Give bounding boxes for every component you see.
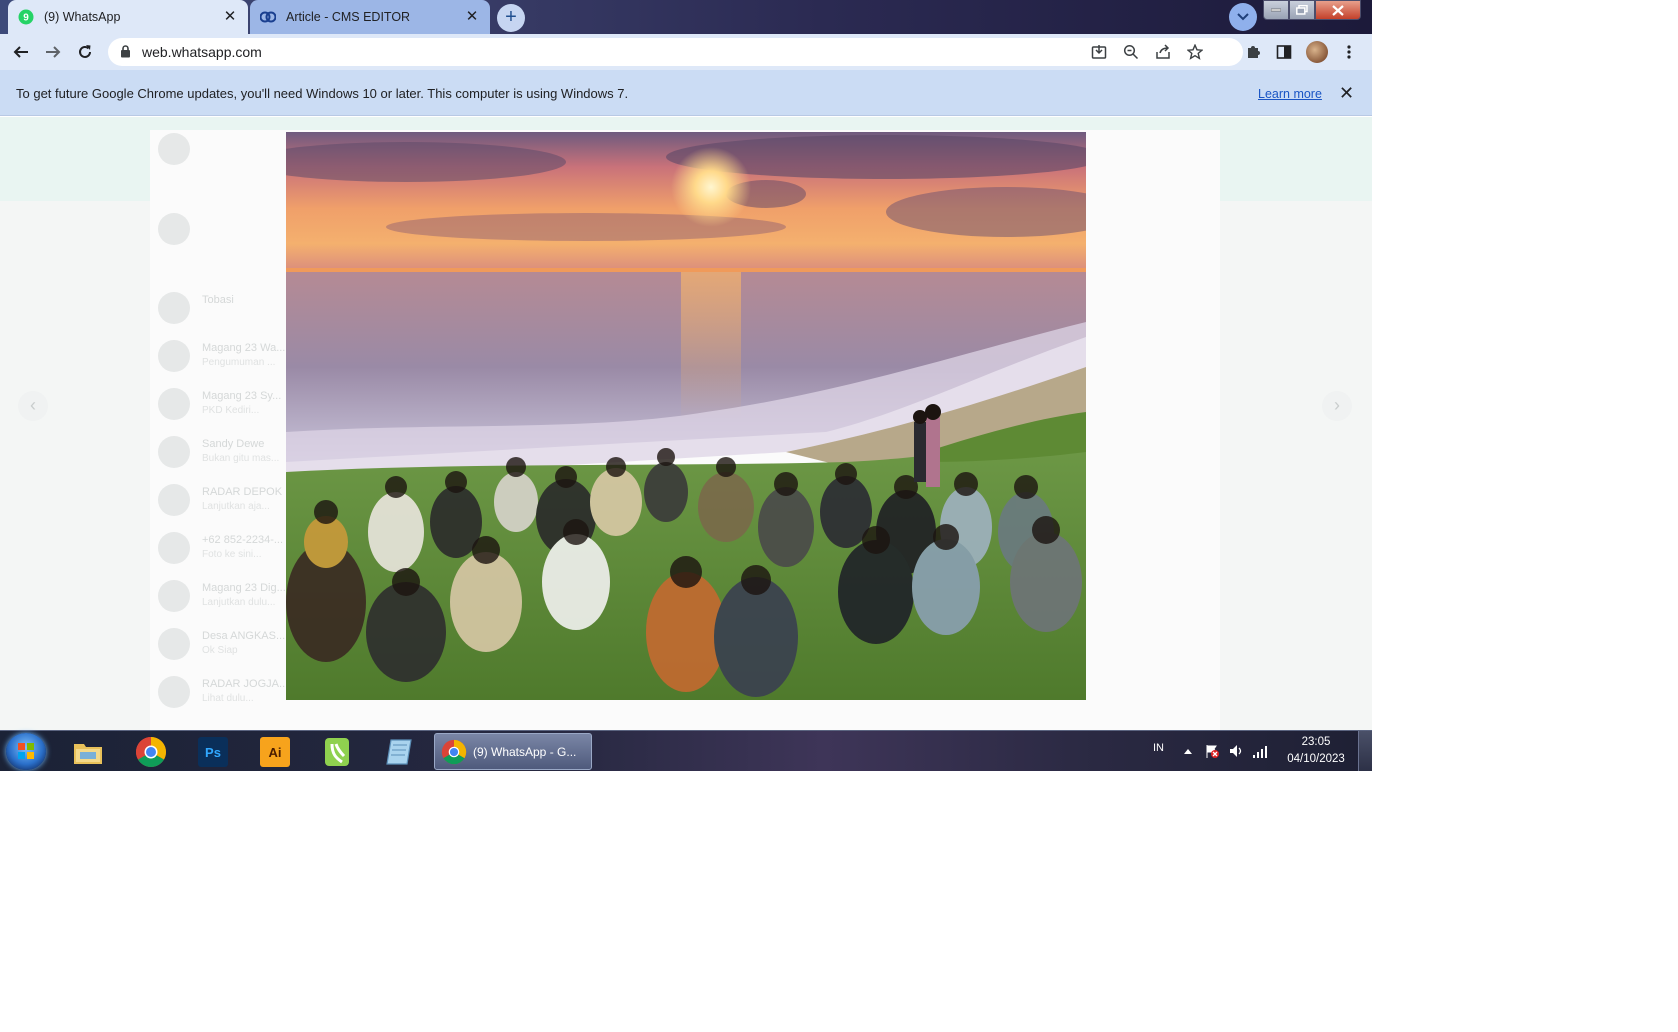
tab-close-icon[interactable]: ✕ [464,9,480,25]
restore-button[interactable] [1289,0,1315,20]
window-controls [1263,0,1361,20]
tab-cms-editor[interactable]: Article - CMS EDITOR ✕ [250,0,490,34]
app-icon[interactable] [320,735,354,769]
install-icon[interactable] [1090,43,1108,61]
notepad-icon[interactable] [382,735,416,769]
volume-icon[interactable] [1228,743,1244,759]
chat-name: +62 852-2234-... [202,534,284,546]
show-desktop-button[interactable] [1358,731,1372,771]
cms-favicon-icon [260,9,276,25]
chat-name: Desa ANGKAS... [202,630,286,642]
windows-taskbar: Ps Ai (9) WhatsApp - G... IN 23:05 04/10… [0,730,1372,771]
illustrator-icon[interactable]: Ai [258,735,292,769]
taskbar-window-label: (9) WhatsApp - G... [473,744,577,759]
tab-title: Article - CMS EDITOR [286,10,411,24]
network-signal-icon[interactable] [1252,743,1268,759]
update-infobar: To get future Google Chrome updates, you… [0,70,1372,116]
previous-media-button[interactable]: ‹ [18,391,48,421]
action-center-flag-icon[interactable] [1204,743,1220,759]
extensions-icon[interactable] [1243,42,1263,62]
avatar [158,628,190,660]
tab-close-icon[interactable]: ✕ [222,9,238,25]
clock-date[interactable]: 04/10/2023 [1280,753,1352,765]
svg-text:9: 9 [23,13,29,24]
chat-name: Magang 23 Sy... [202,390,282,402]
chat-preview: Lanjutkan dulu... [202,597,276,608]
file-explorer-icon[interactable] [71,735,105,769]
chat-name: Magang 23 Wa... [202,342,286,354]
url-text[interactable]: web.whatsapp.com [142,44,262,60]
chat-preview: Pengumuman ... [202,357,276,368]
lock-icon[interactable] [120,45,131,63]
zoom-icon[interactable] [1122,43,1140,61]
address-bar[interactable]: web.whatsapp.com [108,38,1243,66]
whatsapp-page: Tobasi Magang 23 Wa... Pengumuman ... Mag… [0,117,1372,730]
chat-name: Magang 23 Dig... [202,582,286,594]
tab-strip: 9 (9) WhatsApp ✕ Article - CMS EDITOR ✕ … [0,0,1372,34]
infobar-message: To get future Google Chrome updates, you… [16,86,629,101]
windows-start-icon[interactable] [6,733,46,770]
browser-toolbar: web.whatsapp.com [0,34,1372,70]
chat-preview: Ok Siap [202,645,238,656]
media-viewer-photo[interactable] [286,132,1086,700]
new-tab-button[interactable]: + [497,4,525,32]
avatar [158,436,190,468]
svg-text:Ps: Ps [205,745,221,760]
avatar [158,292,190,324]
reload-icon[interactable] [75,42,95,62]
chrome-icon[interactable] [134,735,168,769]
minimize-button[interactable] [1263,0,1289,20]
share-icon[interactable] [1154,43,1172,61]
language-indicator[interactable]: IN [1153,742,1164,754]
chevron-down-icon [1237,13,1249,21]
side-panel-icon[interactable] [1274,42,1294,62]
profile-avatar[interactable] [1306,41,1328,63]
chat-name: Sandy Dewe [202,438,265,450]
whatsapp-favicon-icon: 9 [18,9,34,25]
avatar [158,388,190,420]
minimize-icon [1271,8,1281,12]
photoshop-icon[interactable]: Ps [196,735,230,769]
chat-preview: Lihat dulu... [202,693,254,704]
chat-preview: Lanjutkan aja... [202,501,270,512]
menu-icon[interactable] [1339,42,1359,62]
chat-preview: Bukan gitu mas... [202,453,280,464]
back-icon[interactable] [11,42,31,62]
chat-preview: Foto ke sini... [202,549,262,560]
next-media-button[interactable]: › [1322,391,1352,421]
tab-title: (9) WhatsApp [44,10,121,24]
screen: 9 (9) WhatsApp ✕ Article - CMS EDITOR ✕ … [0,0,1372,771]
tab-whatsapp[interactable]: 9 (9) WhatsApp ✕ [8,0,248,34]
chat-name: RADAR JOGJA... [202,678,289,690]
forward-icon[interactable] [43,42,63,62]
clock-time[interactable]: 23:05 [1286,736,1346,748]
chat-name: Tobasi [202,294,234,306]
avatar [158,213,190,245]
close-window-button[interactable] [1315,0,1361,20]
restore-icon [1296,5,1308,15]
avatar [158,676,190,708]
close-icon [1332,4,1344,16]
tab-search-button[interactable] [1229,3,1257,31]
avatar [158,340,190,372]
show-hidden-icons-icon[interactable] [1180,743,1196,759]
learn-more-link[interactable]: Learn more [1258,87,1322,101]
bookmark-star-icon[interactable] [1186,43,1204,61]
chat-preview: PKD Kediri... [202,405,260,416]
sunset-crowd-photo [286,132,1086,700]
avatar [158,484,190,516]
chat-name: RADAR DEPOK [202,486,283,498]
chrome-icon [441,739,467,764]
avatar [158,133,190,165]
avatar [158,532,190,564]
svg-text:Ai: Ai [269,745,282,760]
infobar-close-icon[interactable]: ✕ [1339,83,1354,104]
taskbar-window-whatsapp[interactable]: (9) WhatsApp - G... [434,733,592,770]
avatar [158,580,190,612]
